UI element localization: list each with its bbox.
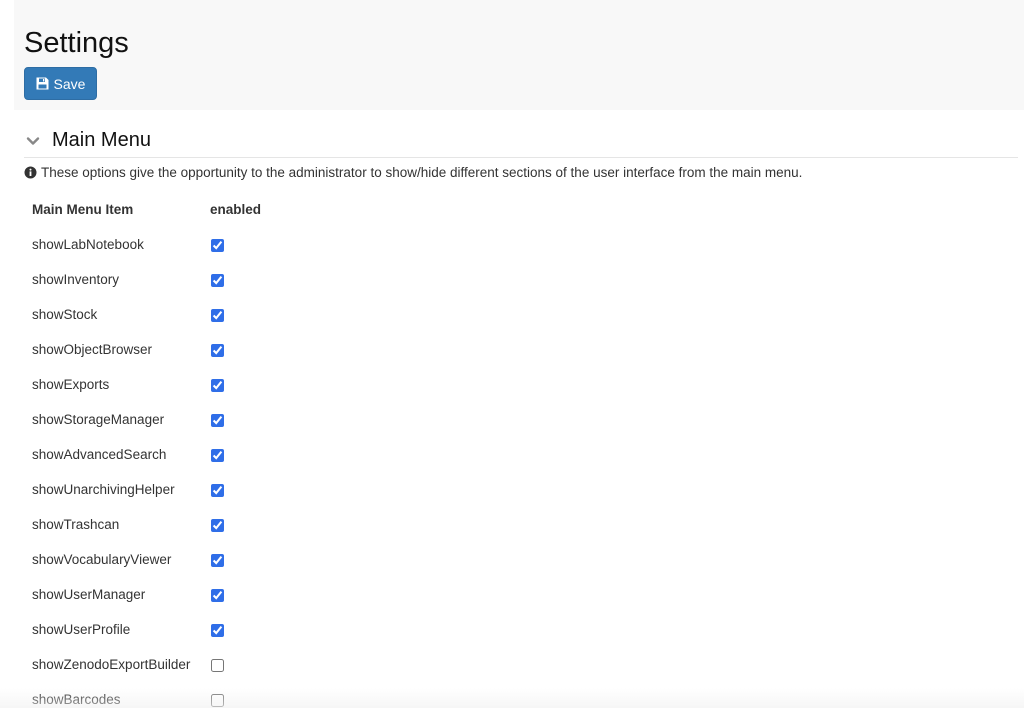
enabled-checkbox[interactable] <box>211 238 224 252</box>
table-row: showStorageManager <box>24 402 269 437</box>
main-menu-section-toggle[interactable]: Main Menu <box>24 124 1018 158</box>
enabled-checkbox[interactable] <box>211 308 224 322</box>
enabled-checkbox[interactable] <box>211 413 224 427</box>
menu-item-label: showLabNotebook <box>32 237 144 252</box>
menu-item-label: showStock <box>32 307 98 322</box>
menu-item-label: showExports <box>32 377 110 392</box>
table-row: showVocabularyViewer <box>24 542 269 577</box>
table-header-row: Main Menu Item enabled <box>24 192 269 227</box>
info-text: These options give the opportunity to th… <box>41 165 803 180</box>
menu-item-label: showBarcodes <box>32 692 121 707</box>
enabled-checkbox[interactable] <box>211 448 224 462</box>
table-row: showBarcodes <box>24 682 269 717</box>
enabled-checkbox[interactable] <box>211 273 224 287</box>
table-row: showZenodoExportBuilder <box>24 647 269 682</box>
table-row: showUnarchivingHelper <box>24 472 269 507</box>
menu-item-label: showTrashcan <box>32 517 120 532</box>
floppy-disk-icon <box>36 77 49 90</box>
enabled-checkbox[interactable] <box>211 658 224 672</box>
menu-item-label: showUnarchivingHelper <box>32 482 175 497</box>
table-row: showExports <box>24 367 269 402</box>
menu-item-label: showInventory <box>32 272 120 287</box>
table-row: showUserManager <box>24 577 269 612</box>
enabled-checkbox[interactable] <box>211 588 224 602</box>
enabled-checkbox[interactable] <box>211 518 224 532</box>
save-label: Save <box>53 75 86 92</box>
table-row: showStock <box>24 297 269 332</box>
save-button[interactable]: Save <box>24 67 97 100</box>
chevron-down-icon <box>26 134 40 148</box>
enabled-checkbox[interactable] <box>211 693 224 707</box>
menu-item-label: showObjectBrowser <box>32 342 153 357</box>
table-row: showInventory <box>24 262 269 297</box>
table-row: showUserProfile <box>24 612 269 647</box>
menu-item-label: showAdvancedSearch <box>32 447 167 462</box>
page-title: Settings <box>24 27 129 59</box>
table-body: showLabNotebook showInventory showStock … <box>24 227 269 717</box>
enabled-checkbox[interactable] <box>211 483 224 497</box>
enabled-checkbox[interactable] <box>211 378 224 392</box>
table-row: showLabNotebook <box>24 227 269 262</box>
menu-item-label: showUserProfile <box>32 622 131 637</box>
enabled-checkbox[interactable] <box>211 553 224 567</box>
section-info: These options give the opportunity to th… <box>24 165 802 180</box>
info-circle-icon <box>24 166 37 179</box>
table-row: showAdvancedSearch <box>24 437 269 472</box>
menu-item-label: showStorageManager <box>32 412 165 427</box>
menu-item-label: showUserManager <box>32 587 146 602</box>
enabled-checkbox[interactable] <box>211 343 224 357</box>
main-menu-table: Main Menu Item enabled showLabNotebook s… <box>24 192 269 717</box>
page-header <box>14 0 1024 110</box>
enabled-checkbox[interactable] <box>211 623 224 637</box>
section-title: Main Menu <box>52 129 151 151</box>
menu-item-label: showZenodoExportBuilder <box>32 657 191 672</box>
table-row: showObjectBrowser <box>24 332 269 367</box>
menu-item-label: showVocabularyViewer <box>32 552 172 567</box>
table-row: showTrashcan <box>24 507 269 542</box>
column-header-enabled: enabled <box>210 202 262 217</box>
column-header-item: Main Menu Item <box>32 202 134 217</box>
